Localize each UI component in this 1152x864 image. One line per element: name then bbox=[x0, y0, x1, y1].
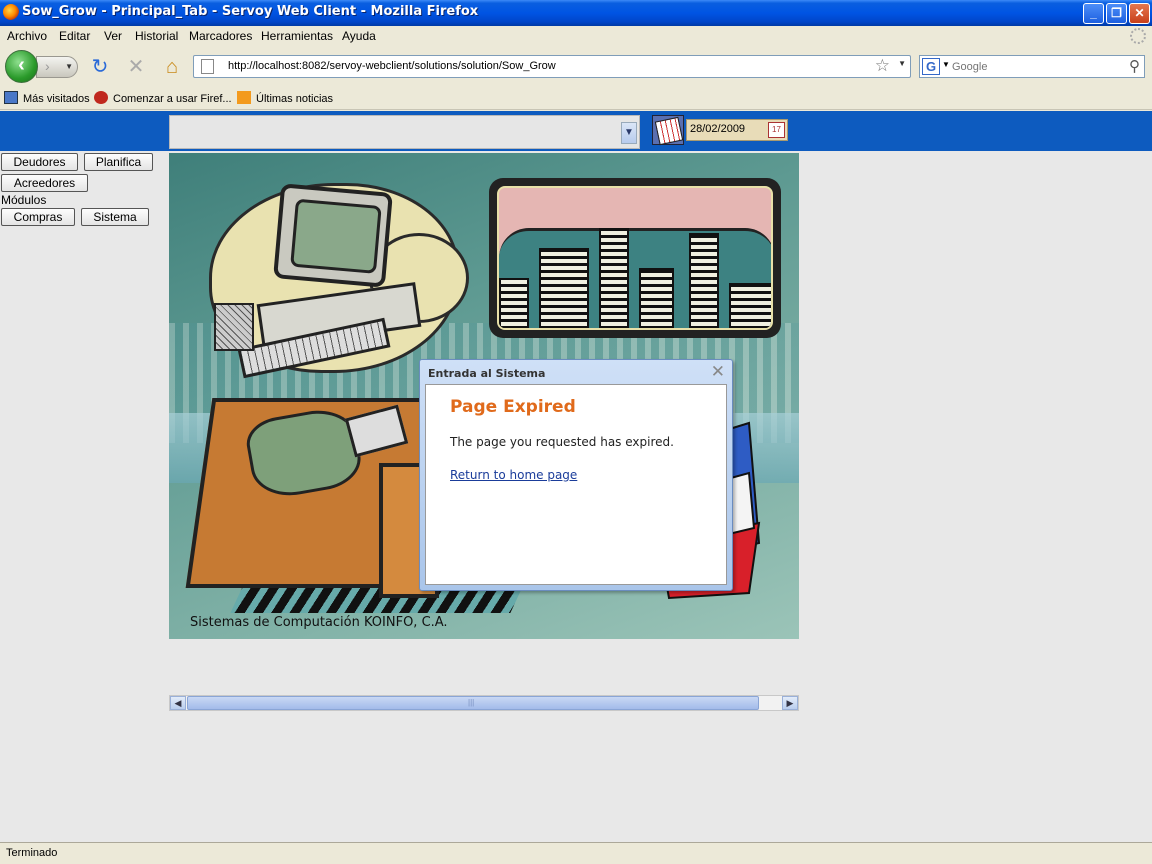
search-icon[interactable]: ⚲ bbox=[1129, 57, 1140, 75]
page-expired-heading: Page Expired bbox=[450, 397, 576, 417]
bookmark-label: Más visitados bbox=[23, 93, 90, 105]
building bbox=[539, 248, 589, 328]
sistema-button[interactable]: Sistema bbox=[81, 208, 149, 226]
expired-message: The page you requested has expired. bbox=[450, 435, 674, 449]
url-dropdown-icon[interactable]: ▼ bbox=[898, 59, 906, 68]
bookmark-label: Últimas noticias bbox=[256, 93, 334, 105]
search-engine-dropdown-icon[interactable]: ▼ bbox=[942, 60, 950, 69]
status-text: Terminado bbox=[6, 847, 58, 859]
compras-button[interactable]: Compras bbox=[1, 208, 75, 226]
acreedores-button[interactable]: Acreedores bbox=[1, 174, 88, 192]
forward-button[interactable]: › ▼ bbox=[36, 56, 78, 78]
web-content: ▼ 28/02/2009 17 Deudores Planifica Acree… bbox=[0, 111, 1152, 842]
building bbox=[689, 233, 719, 328]
bookmark-star-icon[interactable]: ☆ bbox=[875, 56, 890, 76]
date-value: 28/02/2009 bbox=[690, 123, 746, 135]
history-dropdown-icon[interactable]: ▼ bbox=[65, 57, 73, 76]
calendar-logo-icon bbox=[652, 115, 684, 145]
return-home-link[interactable]: Return to home page bbox=[450, 468, 577, 482]
deudores-button[interactable]: Deudores bbox=[1, 153, 78, 171]
pencil-cup bbox=[214, 303, 254, 351]
date-field[interactable]: 28/02/2009 17 bbox=[686, 119, 788, 141]
modulos-label: Módulos bbox=[1, 193, 47, 207]
close-icon[interactable]: ✕ bbox=[711, 363, 725, 380]
planifica-button[interactable]: Planifica bbox=[84, 153, 153, 171]
page-icon bbox=[201, 59, 214, 74]
company-caption: Sistemas de Computación KOINFO, C.A. bbox=[190, 615, 448, 630]
scroll-thumb[interactable] bbox=[187, 696, 759, 710]
login-dialog: Entrada al Sistema ✕ Page Expired The pa… bbox=[419, 359, 733, 591]
minimize-button[interactable]: _ bbox=[1083, 3, 1104, 24]
scroll-right-icon[interactable]: ▶ bbox=[782, 696, 798, 710]
menu-ver[interactable]: Ver bbox=[104, 29, 122, 43]
bookmarks-toolbar: Más visitados Comenzar a usar Firef... Ú… bbox=[0, 86, 1152, 110]
bookmark-comenzar[interactable]: Comenzar a usar Firef... bbox=[94, 91, 232, 105]
back-button[interactable]: ‹ bbox=[5, 50, 38, 83]
status-bar: Terminado bbox=[0, 842, 1152, 864]
bookmark-folder-icon bbox=[4, 91, 18, 104]
close-window-button[interactable]: ✕ bbox=[1129, 3, 1150, 24]
building bbox=[639, 268, 674, 328]
frame-sky bbox=[497, 186, 773, 330]
menu-editar[interactable]: Editar bbox=[59, 29, 90, 43]
bookmark-mas-visitados[interactable]: Más visitados bbox=[4, 91, 90, 105]
throbber-icon bbox=[1130, 28, 1146, 44]
dialog-body: Page Expired The page you requested has … bbox=[425, 384, 727, 585]
menu-herramientas[interactable]: Herramientas bbox=[261, 29, 333, 43]
menu-archivo[interactable]: Archivo bbox=[7, 29, 47, 43]
firefox-bookmark-icon bbox=[94, 91, 108, 104]
firefox-logo-icon bbox=[3, 4, 19, 20]
menu-ayuda[interactable]: Ayuda bbox=[342, 29, 376, 43]
module-combobox[interactable]: ▼ bbox=[169, 115, 640, 149]
home-icon[interactable]: ⌂ bbox=[161, 56, 183, 78]
reload-icon[interactable]: ↻ bbox=[89, 56, 111, 78]
chevron-down-icon[interactable]: ▼ bbox=[621, 122, 637, 144]
search-input[interactable] bbox=[952, 59, 1122, 74]
computer-monitor bbox=[273, 183, 393, 288]
building bbox=[499, 278, 529, 328]
bookmark-ultimas-noticias[interactable]: Últimas noticias bbox=[237, 91, 333, 105]
bookmark-label: Comenzar a usar Firef... bbox=[113, 93, 232, 105]
google-engine-icon[interactable]: G bbox=[922, 58, 940, 75]
building bbox=[729, 283, 771, 328]
dialog-title: Entrada al Sistema bbox=[428, 367, 546, 380]
search-bar[interactable]: G ▼ ⚲ bbox=[919, 55, 1145, 78]
maximize-button[interactable]: ❐ bbox=[1106, 3, 1127, 24]
horizontal-scrollbar[interactable]: ◀ ▶ bbox=[169, 695, 799, 711]
rss-feed-icon bbox=[237, 91, 251, 104]
menu-marcadores[interactable]: Marcadores bbox=[189, 29, 252, 43]
menu-bar: Archivo Editar Ver Historial Marcadores … bbox=[0, 26, 1152, 46]
window-title: Sow_Grow - Principal_Tab - Servoy Web Cl… bbox=[22, 4, 479, 19]
window-title-bar: Sow_Grow - Principal_Tab - Servoy Web Cl… bbox=[0, 0, 1152, 26]
menu-historial[interactable]: Historial bbox=[135, 29, 178, 43]
city-picture-frame bbox=[489, 178, 781, 338]
building bbox=[599, 228, 629, 328]
calendar-picker-icon[interactable]: 17 bbox=[768, 122, 785, 138]
scroll-left-icon[interactable]: ◀ bbox=[170, 696, 186, 710]
url-text[interactable]: http://localhost:8082/servoy-webclient/s… bbox=[228, 60, 556, 72]
url-bar[interactable]: http://localhost:8082/servoy-webclient/s… bbox=[193, 55, 911, 78]
stop-icon[interactable]: ✕ bbox=[125, 56, 147, 78]
